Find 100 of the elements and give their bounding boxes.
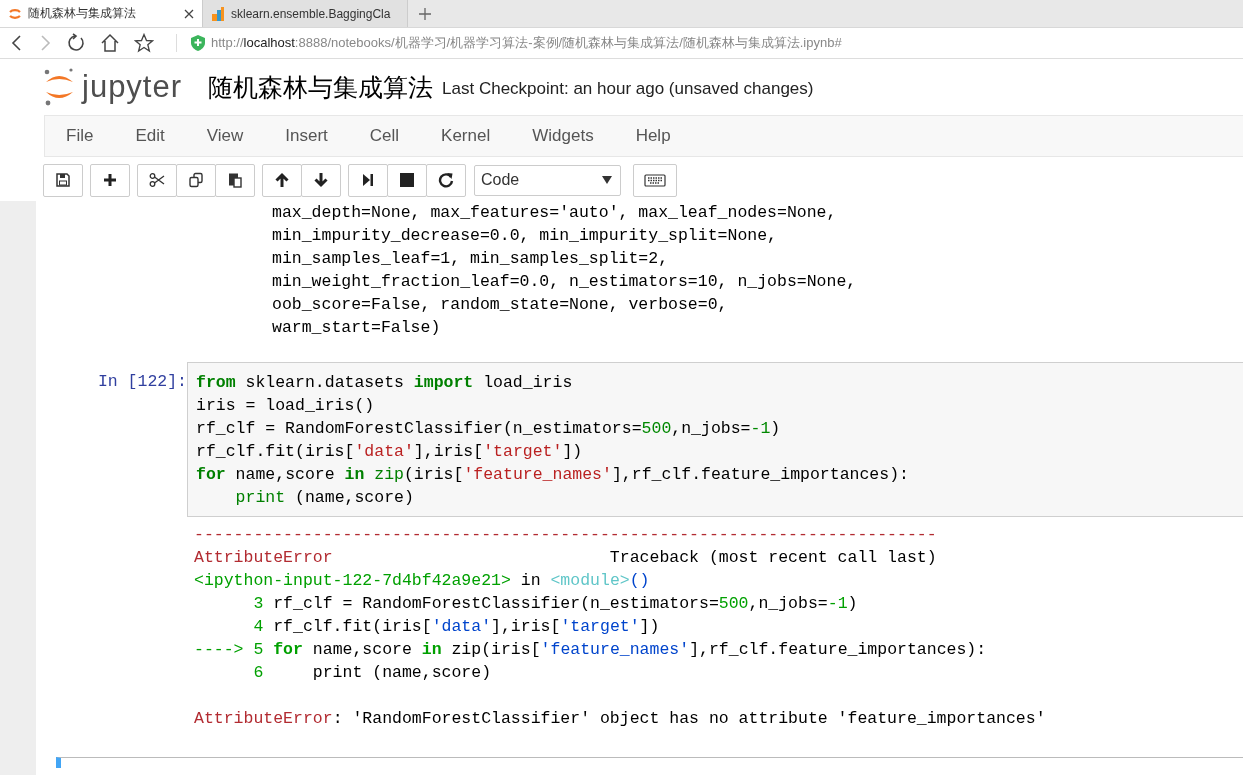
copy-icon [188, 172, 204, 188]
copy-button[interactable] [176, 163, 216, 197]
arrow-up-icon [274, 172, 290, 188]
code-text: print (name,score) [311, 663, 492, 682]
code-text: rf_clf.fit(iris[ [196, 442, 355, 461]
cell-type-dropdown[interactable]: Code [474, 164, 621, 196]
menu-item[interactable]: Cell [348, 126, 421, 146]
code-text: load_iris [482, 373, 573, 392]
arrow-down-icon [313, 172, 329, 188]
step-forward-icon [360, 172, 376, 188]
add-cell-button[interactable] [90, 163, 130, 197]
number-literal: -1 [750, 419, 771, 438]
code-text: (name,score) [294, 488, 414, 507]
output-line: max_depth=None, max_features='auto', max_leaf_nodes=None, [272, 202, 838, 224]
keyboard-button[interactable] [633, 163, 677, 197]
builtin-name: print [234, 488, 286, 507]
traceback-text: ----> 5 [194, 640, 264, 659]
code-text: Traceback (most recent call last) [608, 548, 937, 567]
star-icon[interactable] [134, 33, 154, 53]
code-text: ],iris[ [491, 617, 561, 636]
error-text: AttributeError [194, 548, 333, 567]
keyboard-icon [644, 172, 666, 188]
plus-icon [102, 172, 118, 188]
traceback-text: 'data' [431, 617, 492, 636]
code-text: name,score [234, 465, 336, 484]
logo-text: jupyter [82, 69, 183, 105]
string-literal: 'target' [483, 442, 563, 461]
traceback-text: 3 [252, 594, 264, 613]
home-icon[interactable] [100, 33, 120, 53]
code-input[interactable] [187, 362, 1243, 517]
keyword: from [196, 373, 236, 392]
scissors-icon [149, 172, 165, 188]
output-line: min_weight_fraction_leaf=0.0, n_estimators=10, n_jobs=None, [272, 271, 858, 293]
bar-chart-icon [211, 6, 225, 21]
code-text: (iris[ [403, 465, 464, 484]
code-text: rf_clf.fit(iris[ [272, 617, 432, 636]
reload-icon[interactable] [66, 33, 86, 53]
shield-icon [191, 35, 205, 51]
restart-button[interactable] [426, 163, 466, 197]
paste-button[interactable] [215, 163, 255, 197]
menu-item[interactable]: Edit [114, 126, 186, 146]
run-button[interactable] [348, 163, 388, 197]
code-text: iris = load_iris() [196, 396, 375, 415]
checkpoint-status: Last Checkpoint: an hour ago (unsaved changes) [442, 79, 814, 99]
code-text: in [519, 571, 542, 590]
output-line: oob_score=False, random_state=None, verbose=0, [272, 294, 729, 316]
builtin-name: zip [373, 465, 404, 484]
traceback-text: 6 [252, 663, 264, 682]
keyword: for [272, 640, 303, 659]
string-literal: 'feature_names' [463, 465, 612, 484]
stop-icon [399, 172, 415, 188]
traceback-text: 'feature_names' [540, 640, 690, 659]
code-text: ],iris[ [413, 442, 484, 461]
code-text: ) [770, 419, 781, 438]
notebook-title[interactable]: 随机森林与集成算法 [208, 70, 434, 104]
menu-item[interactable]: Insert [264, 126, 349, 146]
menu-item[interactable]: Widgets [511, 126, 615, 146]
move-down-button[interactable] [301, 163, 341, 197]
menu-item[interactable]: View [185, 126, 265, 146]
code-text: ,n_jobs= [748, 594, 828, 613]
string-literal: 'data' [354, 442, 414, 461]
save-button[interactable] [43, 163, 83, 197]
close-icon[interactable] [184, 8, 194, 19]
plus-icon[interactable] [418, 6, 432, 21]
code-text: ]) [639, 617, 660, 636]
traceback-text: <ipython-input-122-7d4bf42a9e21> [194, 571, 511, 590]
output-line: min_impurity_decrease=0.0, min_impurity_split=None, [272, 225, 778, 247]
cut-button[interactable] [137, 163, 177, 197]
code-text: ]) [562, 442, 583, 461]
code-text: : 'RandomForestClassifier' object has no attribute 'feature_importances' [332, 709, 1046, 728]
move-up-button[interactable] [262, 163, 302, 197]
module-name: <module> [550, 571, 630, 590]
url-text[interactable]: http://localhost:8888/notebooks/机器学习/机器学习算法-案例/随机森林与集成算法/随机森林与集成算法.ipynb# [211, 34, 842, 52]
browser-tab[interactable]: 随机森林与集成算法 [0, 0, 203, 27]
error-text: AttributeError [194, 709, 333, 728]
error-text: --------------------------------------------------------------------------- [194, 525, 937, 544]
keyword: for [196, 465, 226, 484]
paste-icon [227, 172, 243, 188]
output-line: warm_start=False) [272, 317, 442, 339]
menu-item[interactable]: Help [614, 126, 692, 146]
code-cell[interactable] [56, 757, 1243, 768]
stop-button[interactable] [387, 163, 427, 197]
menu-item[interactable]: File [45, 126, 115, 146]
browser-tab[interactable]: sklearn.ensemble.BaggingCla [203, 0, 408, 27]
back-icon[interactable] [10, 34, 24, 52]
output-line: min_samples_leaf=1, min_samples_split=2, [272, 248, 670, 270]
jupyter-icon [8, 6, 22, 21]
keyword: in [344, 465, 365, 484]
code-text: rf_clf = RandomForestClassifier(n_estimators= [196, 419, 642, 438]
traceback-text: () [629, 571, 650, 590]
code-text: rf_clf = RandomForestClassifier(n_estimators= [272, 594, 719, 613]
menu-item[interactable]: Kernel [420, 126, 512, 146]
restart-icon [438, 172, 454, 188]
code-text: ) [847, 594, 858, 613]
code-text: zip(iris[ [450, 640, 541, 659]
code-text: sklearn.datasets [244, 373, 405, 392]
traceback-text: -1 [827, 594, 848, 613]
keyword: import [413, 373, 474, 392]
traceback-text: 4 [252, 617, 264, 636]
input-prompt: In [122]: [96, 371, 187, 393]
